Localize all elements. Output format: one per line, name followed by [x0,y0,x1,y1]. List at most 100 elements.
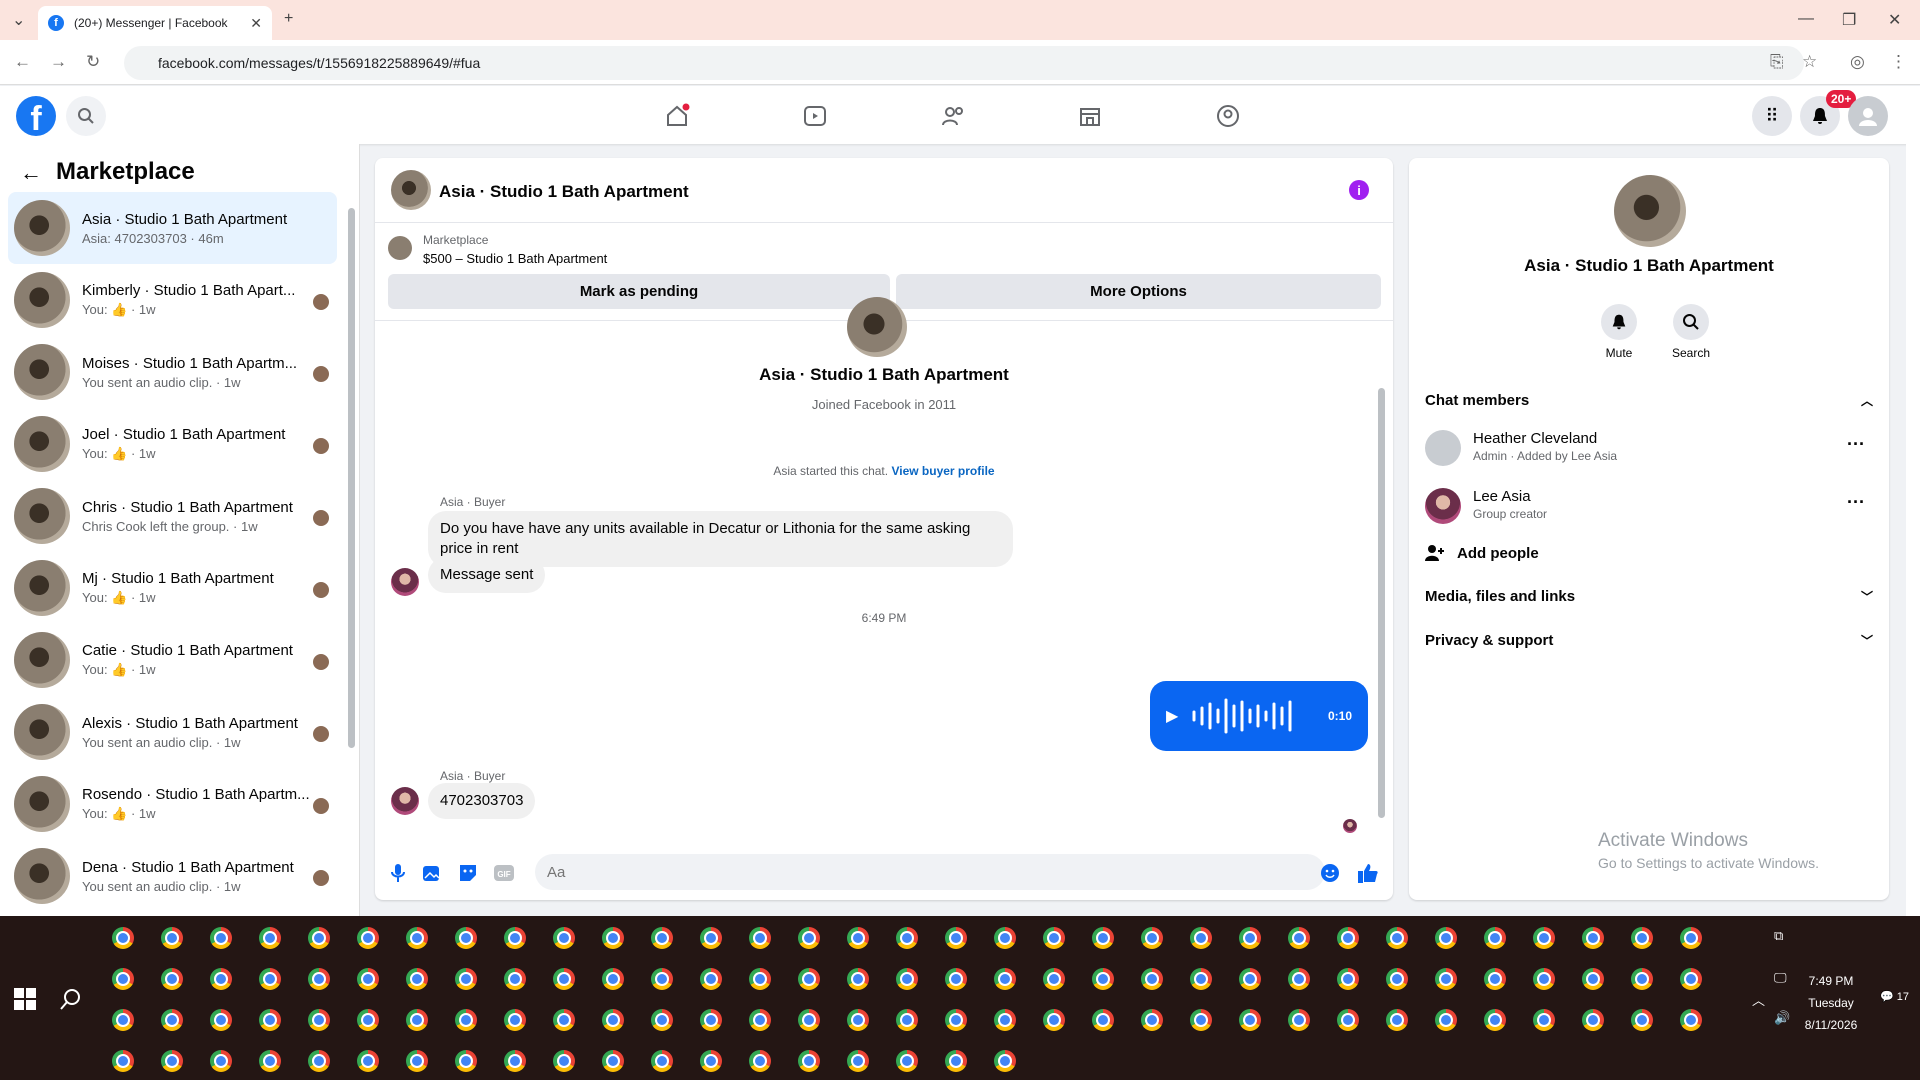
taskbar-app-icon[interactable] [896,927,918,949]
taskbar-app-icon[interactable] [945,1050,967,1072]
taskbar-app-icon[interactable] [602,968,624,990]
taskbar-app-icon[interactable] [1288,968,1310,990]
taskbar-app-icon[interactable] [1533,1009,1555,1031]
taskbar-app-icon[interactable] [700,968,722,990]
conversation-item[interactable]: Asia · Studio 1 Bath Apartment Asia: 4702… [8,192,337,264]
clock[interactable]: 7:49 PM Tuesday 8/11/2026 [1800,970,1862,1036]
taskbar-app-icon[interactable] [1141,1009,1163,1031]
taskbar-app-icon[interactable] [651,968,673,990]
taskbar-app-icon[interactable] [504,1009,526,1031]
taskbar-app-icon[interactable] [455,927,477,949]
reload-icon[interactable]: ↻ [86,52,100,72]
chat-scrollbar[interactable] [1378,388,1385,818]
taskbar-app-icon[interactable] [1043,927,1065,949]
taskbar-app-icon[interactable] [406,927,428,949]
conversation-item[interactable]: Dena · Studio 1 Bath Apartment You sent a… [8,840,337,912]
close-window-icon[interactable]: ✕ [1888,10,1901,30]
menu-button[interactable]: ⠿ [1752,96,1792,136]
taskbar-app-icon[interactable] [1141,927,1163,949]
notification-center-button[interactable]: 💬 17 [1880,990,1909,1003]
taskbar-app-icon[interactable] [308,1009,330,1031]
taskbar-app-icon[interactable] [1288,1009,1310,1031]
taskbar-app-icon[interactable] [1092,968,1114,990]
message-bubble[interactable]: Message sent [428,557,546,593]
taskbar-app-icon[interactable] [1386,1009,1408,1031]
taskbar-app-icon[interactable] [798,927,820,949]
fb-search-button[interactable] [66,96,106,136]
sidebar-scrollbar[interactable] [348,208,355,748]
taskbar-app-icon[interactable] [112,1009,134,1031]
taskbar-app-icon[interactable] [1582,968,1604,990]
taskbar-app-icon[interactable] [994,968,1016,990]
message-input[interactable] [535,854,1325,890]
close-tab-icon[interactable]: ✕ [250,15,262,32]
taskbar-app-icon[interactable] [1435,1009,1457,1031]
taskbar-app-icon[interactable] [357,1009,379,1031]
taskbar-app-icon[interactable] [798,968,820,990]
network-icon[interactable]: 🖵 [1774,970,1787,986]
taskbar-app-icon[interactable] [1239,968,1261,990]
windows-start-icon[interactable] [14,988,36,1010]
taskbar-app-icon[interactable] [1484,968,1506,990]
taskbar-app-icon[interactable] [308,1050,330,1072]
taskbar-search-icon[interactable] [60,988,82,1010]
search-conversation-button[interactable]: Search [1661,304,1721,360]
taskbar-app-icon[interactable] [210,1050,232,1072]
like-button[interactable] [1357,862,1379,884]
taskbar-app-icon[interactable] [553,927,575,949]
conversation-item[interactable]: Moises · Studio 1 Bath Apartm... You sent… [8,336,337,408]
view-buyer-profile-link[interactable]: View buyer profile [891,464,994,478]
chat-members-header[interactable]: Chat members ︿ [1425,392,1873,409]
conversation-item[interactable]: Joel · Studio 1 Bath Apartment You: 👍 · 1… [8,408,337,480]
desktop-icon[interactable]: ⧉ [1774,928,1783,944]
taskbar-app-icon[interactable] [749,1050,771,1072]
taskbar-app-icon[interactable] [259,1050,281,1072]
more-options-icon[interactable]: ··· [1847,492,1865,513]
taskbar-app-icon[interactable] [406,1009,428,1031]
taskbar-app-icon[interactable] [1631,968,1653,990]
taskbar-app-icon[interactable] [847,1050,869,1072]
mark-pending-button[interactable]: Mark as pending [388,274,890,309]
info-icon[interactable]: i [1349,180,1369,200]
conversation-item[interactable]: Alexis · Studio 1 Bath Apartment You sent… [8,696,337,768]
nav-home[interactable] [622,98,732,134]
account-avatar[interactable] [1848,96,1888,136]
menu-dots-icon[interactable]: ⋮ [1890,52,1907,72]
nav-video[interactable] [760,98,870,134]
photo-button[interactable] [421,862,443,884]
taskbar-app-icon[interactable] [1190,1009,1212,1031]
taskbar-app-icon[interactable] [112,968,134,990]
emoji-button[interactable] [1319,862,1341,884]
info-avatar[interactable] [1614,175,1686,247]
taskbar-app-icon[interactable] [210,927,232,949]
taskbar-app-icon[interactable] [1533,968,1555,990]
facebook-logo-icon[interactable]: f [16,96,56,136]
conversation-item[interactable]: Chris · Studio 1 Bath Apartment Chris Coo… [8,480,337,552]
gif-button[interactable]: GIF [493,862,515,884]
taskbar-app-icon[interactable] [308,968,330,990]
taskbar-app-icon[interactable] [553,968,575,990]
back-icon[interactable]: ← [14,52,31,72]
taskbar-app-icon[interactable] [1288,927,1310,949]
privacy-support-row[interactable]: Privacy & support ﹀ [1425,632,1873,649]
taskbar-app-icon[interactable] [1092,927,1114,949]
taskbar-app-icon[interactable] [896,968,918,990]
mute-button[interactable]: Mute [1589,304,1649,360]
taskbar-app-icon[interactable] [210,1009,232,1031]
nav-marketplace[interactable] [1035,98,1145,134]
taskbar-app-icon[interactable] [1582,1009,1604,1031]
member-row[interactable]: Heather Cleveland Admin · Added by Lee A… [1425,426,1873,470]
taskbar-app-icon[interactable] [161,927,183,949]
more-options-icon[interactable]: ··· [1847,434,1865,455]
listing-title[interactable]: $500 – Studio 1 Bath Apartment [423,251,607,266]
taskbar-app-icon[interactable] [1680,927,1702,949]
taskbar-app-icon[interactable] [896,1009,918,1031]
taskbar-app-icon[interactable] [259,927,281,949]
taskbar-app-icon[interactable] [994,927,1016,949]
taskbar-app-icon[interactable] [749,927,771,949]
taskbar-app-icon[interactable] [1484,927,1506,949]
conversation-item[interactable]: Kimberly · Studio 1 Bath Apart... You: 👍 … [8,264,337,336]
taskbar-app-icon[interactable] [1337,927,1359,949]
play-icon[interactable]: ▶ [1166,706,1178,726]
taskbar-app-icon[interactable] [455,968,477,990]
